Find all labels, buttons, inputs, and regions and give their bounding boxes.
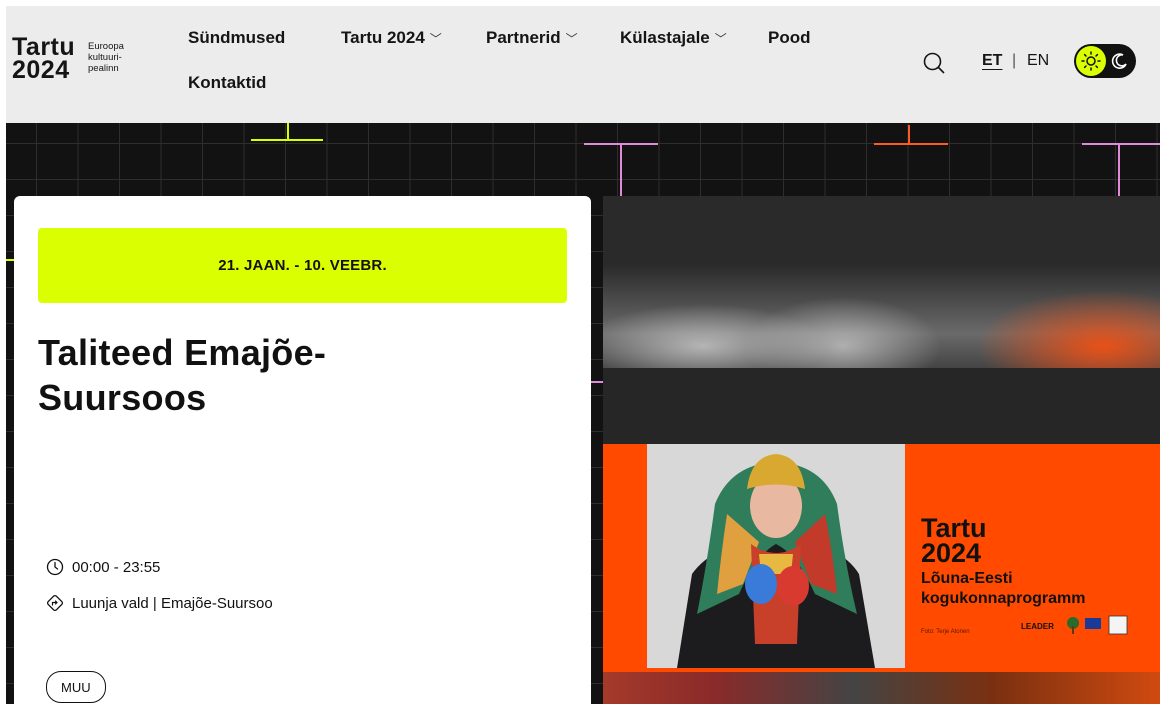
poster-brand: Tartu 2024 <box>921 513 987 568</box>
grid-accent <box>6 259 14 261</box>
site-header: Tartu 2024 Euroopa kultuuri- pealinn Sün… <box>6 6 1160 123</box>
poster-dark-band <box>603 368 1160 444</box>
site-logo[interactable]: Tartu 2024 Euroopa kultuuri- pealinn <box>12 33 152 88</box>
grid-accent <box>251 139 323 141</box>
event-location-row: Luunja vald | Emajõe-Suursoo <box>46 594 273 612</box>
nav-item-sundmused[interactable]: Sündmused <box>188 28 285 48</box>
chevron-down-icon: ﹀ <box>565 32 578 46</box>
event-poster-image[interactable]: Tartu 2024 Lõuna-Eesti kogukonnaprogramm… <box>603 196 1160 704</box>
poster-sponsor-logo: LEADER <box>1021 622 1054 631</box>
logo-tagline: Euroopa kultuuri- pealinn <box>88 41 124 74</box>
sponsor-logos-icon <box>1067 615 1128 635</box>
poster-artwork: Tartu 2024 Lõuna-Eesti kogukonnaprogramm… <box>603 444 1160 672</box>
poster-subtitle-1: Lõuna-Eesti <box>921 570 1013 587</box>
grid-accent <box>908 125 910 143</box>
chevron-down-icon: ﹀ <box>429 32 442 46</box>
lang-en-link[interactable]: EN <box>1027 52 1049 70</box>
event-location: Luunja vald | Emajõe-Suursoo <box>72 594 273 612</box>
event-date-band: 21. JAAN. - 10. VEEBR. <box>38 228 567 303</box>
poster-photo-credit: Foto: Terje Atonen <box>921 629 970 635</box>
poster-photo <box>647 444 905 668</box>
grid-accent <box>1118 143 1120 201</box>
nav-item-pood[interactable]: Pood <box>768 28 811 48</box>
event-card[interactable]: 21. JAAN. - 10. VEEBR. Taliteed Emajõe-S… <box>14 196 591 704</box>
event-time: 00:00 - 23:55 <box>72 558 161 576</box>
chevron-down-icon: ﹀ <box>714 32 727 46</box>
grid-accent <box>620 143 622 201</box>
nav-item-kulastajale[interactable]: Külastajale ﹀ <box>620 28 727 48</box>
grid-accent <box>1082 143 1160 145</box>
nav-item-partnerid[interactable]: Partnerid ﹀ <box>486 28 578 48</box>
lang-et-link[interactable]: ET <box>982 52 1002 70</box>
lang-separator: | <box>1012 52 1017 69</box>
grid-accent <box>874 143 948 145</box>
theme-toggle[interactable] <box>1074 44 1136 78</box>
poster-blur-bottom <box>603 672 1160 704</box>
category-tag[interactable]: MUU <box>46 671 106 703</box>
search-icon[interactable] <box>922 51 946 75</box>
nav-item-tartu-2024[interactable]: Tartu 2024 ﹀ <box>341 28 442 48</box>
directions-icon <box>46 594 64 612</box>
moon-icon <box>1111 53 1127 69</box>
nav-item-kontaktid[interactable]: Kontaktid <box>188 73 266 93</box>
poster-subtitle-2: kogukonnaprogramm <box>921 590 1086 607</box>
event-title[interactable]: Taliteed Emajõe-Suursoos <box>38 330 458 420</box>
poster-blur-top <box>603 196 1160 368</box>
logo-wordmark: Tartu 2024 <box>12 33 76 84</box>
sun-icon <box>1076 46 1106 76</box>
page-frame: Tartu 2024 Euroopa kultuuri- pealinn Sün… <box>6 6 1160 704</box>
event-time-row: 00:00 - 23:55 <box>46 558 160 576</box>
clock-icon <box>46 558 64 576</box>
grid-accent <box>591 381 603 383</box>
grid-accent <box>287 123 289 139</box>
